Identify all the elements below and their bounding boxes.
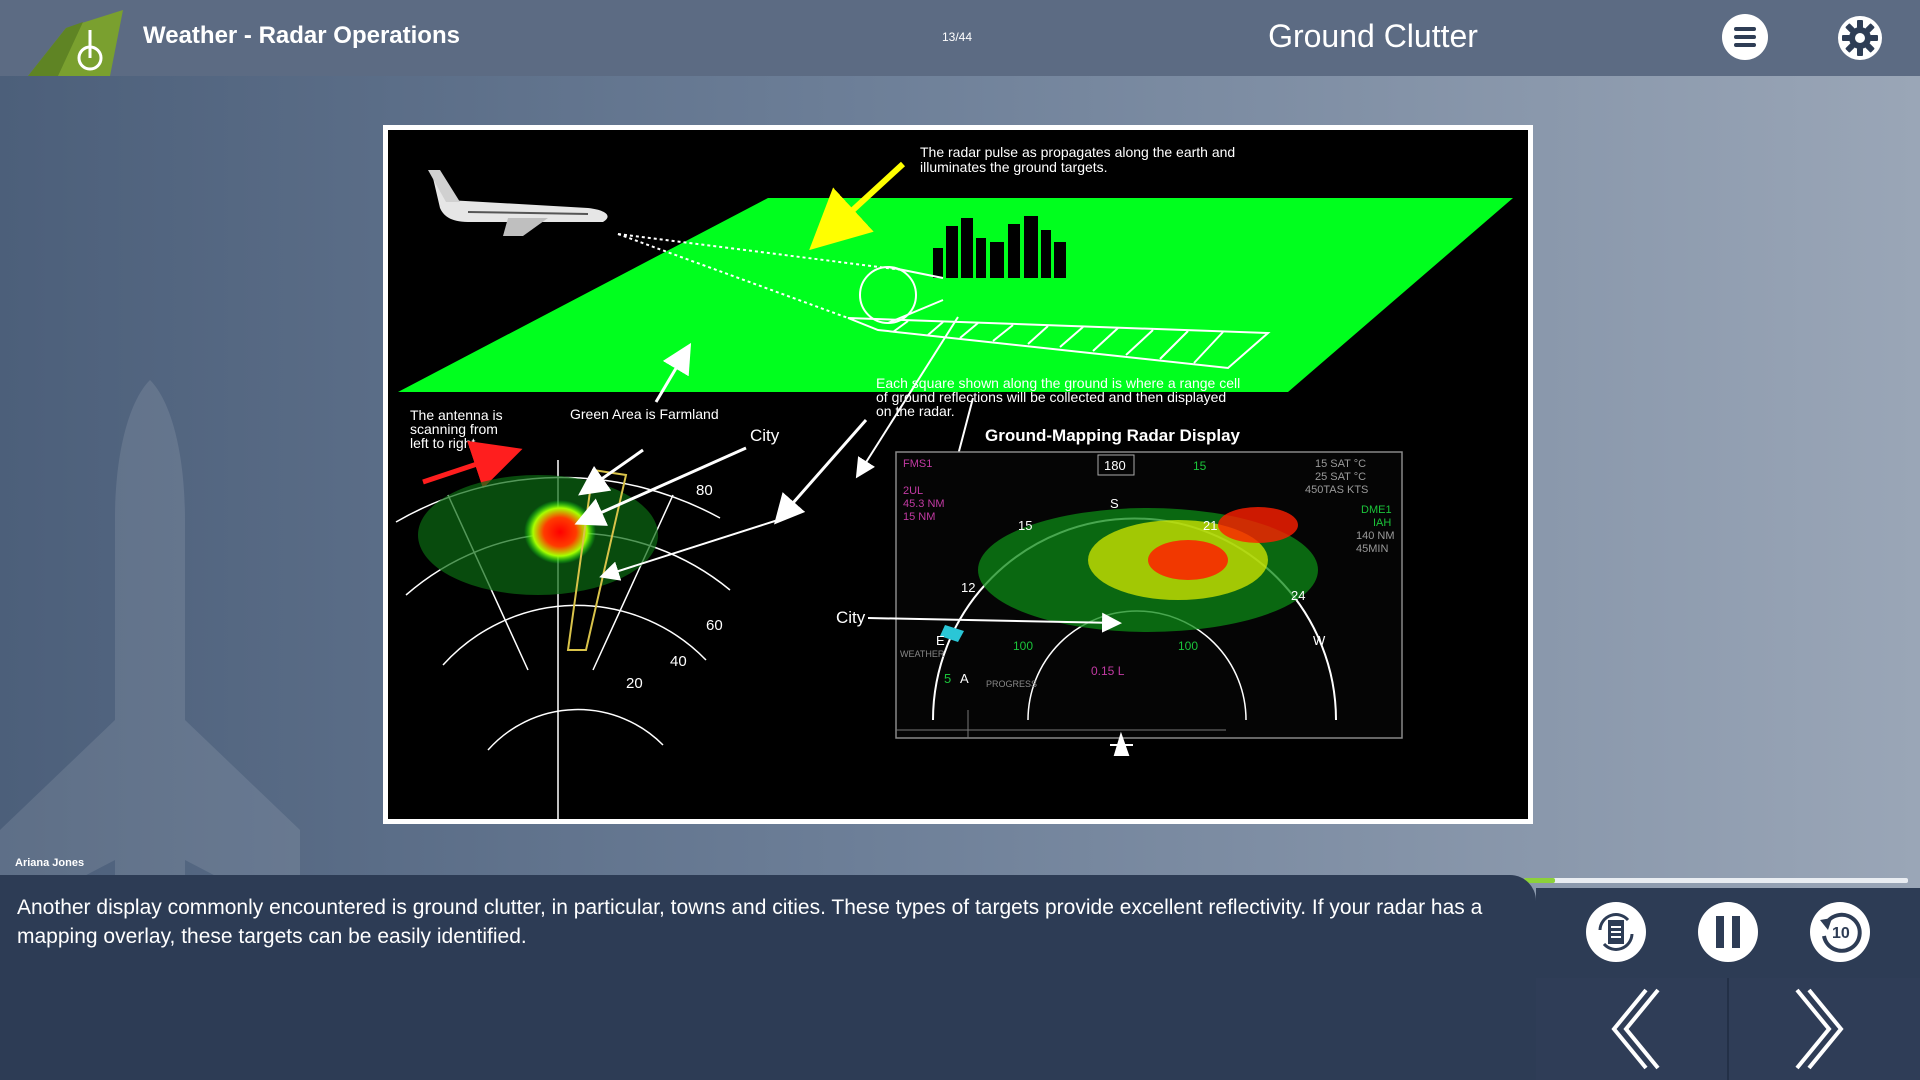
compass-21: 21 xyxy=(1203,518,1217,533)
display-distance: 45.3 NM xyxy=(903,498,945,510)
display-dme: DME1 xyxy=(1361,504,1392,516)
display-tas: 450TAS KTS xyxy=(1305,484,1368,496)
transcript-toggle-button[interactable] xyxy=(1584,900,1648,964)
pulse-caption-line1: The radar pulse as propagates along the … xyxy=(920,144,1235,160)
arc-label-right: 100 xyxy=(1178,639,1198,653)
range-label-20: 20 xyxy=(626,675,643,692)
settings-button[interactable] xyxy=(1836,14,1884,62)
range-label-60: 60 xyxy=(706,617,723,634)
top-bar: Weather - Radar Operations 13/44 Ground … xyxy=(0,0,1920,76)
antenna-caption-line3: left to right. xyxy=(410,435,479,451)
replay-10-icon: 10 xyxy=(1810,902,1870,962)
airline-tail-logo-icon xyxy=(28,10,123,76)
next-slide-button[interactable] xyxy=(1729,978,1919,1080)
display-sat-1: 15 SAT °C xyxy=(1315,458,1366,470)
chevron-right-icon xyxy=(1795,988,1844,1070)
compass-12: 12 xyxy=(961,580,975,595)
display-range: 15 NM xyxy=(903,511,935,523)
mode-value-2: A xyxy=(960,671,969,686)
compass-e: E xyxy=(936,633,945,648)
page-counter: 13/44 xyxy=(942,30,973,44)
weather-label: WEATHER xyxy=(900,649,945,659)
compass-w: W xyxy=(1313,633,1326,648)
display-min: 45MIN xyxy=(1356,543,1388,555)
display-fms: FMS1 xyxy=(903,458,932,470)
pause-icon xyxy=(1698,902,1758,962)
pulse-caption-line2: illuminates the ground targets. xyxy=(920,159,1108,175)
gear-icon xyxy=(1838,16,1882,60)
display-waypoint: 2UL xyxy=(903,485,923,497)
replay-10-button[interactable]: 10 xyxy=(1808,900,1872,964)
display-title: Ground-Mapping Radar Display xyxy=(985,426,1241,445)
transcript-refresh-icon xyxy=(1586,902,1646,962)
tilt-value: 0.15 L xyxy=(1091,664,1125,678)
display-heading: 180 xyxy=(1104,458,1126,473)
compass-24: 24 xyxy=(1291,588,1305,603)
slide-navigation xyxy=(1536,978,1920,1080)
display-range-top: 15 xyxy=(1193,459,1207,473)
progress-label: PROGRESS xyxy=(986,679,1037,689)
menu-button[interactable] xyxy=(1722,14,1768,60)
slide-title: Ground Clutter xyxy=(1268,18,1478,54)
arc-label-left: 100 xyxy=(1013,639,1033,653)
display-city-label: City xyxy=(836,608,866,627)
range-cell-caption-line3: on the radar. xyxy=(876,403,955,419)
previous-slide-button[interactable] xyxy=(1536,978,1726,1080)
compass-s: S xyxy=(1110,496,1119,511)
transcript-panel: Another display commonly encountered is … xyxy=(0,875,1536,1080)
chevron-left-icon xyxy=(1611,988,1660,1070)
display-sat-2: 25 SAT °C xyxy=(1315,471,1366,483)
course-title: Weather - Radar Operations xyxy=(143,22,460,49)
city-label: City xyxy=(750,426,780,445)
hamburger-menu-icon xyxy=(1734,27,1756,31)
course-progress-bar[interactable] xyxy=(1524,878,1908,883)
ground-clutter-diagram: The radar pulse as propagates along the … xyxy=(383,125,1533,824)
svg-text:10: 10 xyxy=(1832,925,1850,942)
display-nm: 140 NM xyxy=(1356,530,1395,542)
mode-value-1: 5 xyxy=(944,671,951,686)
pause-button[interactable] xyxy=(1696,900,1760,964)
display-iah: IAH xyxy=(1373,517,1391,529)
compass-15: 15 xyxy=(1018,518,1032,533)
playback-controls: 10 xyxy=(1536,888,1920,978)
range-label-80: 80 xyxy=(696,482,713,499)
range-label-40: 40 xyxy=(670,653,687,670)
ground-mapping-display xyxy=(895,451,1403,756)
farmland-label: Green Area is Farmland xyxy=(570,406,719,422)
narrator-name: Ariana Jones xyxy=(15,857,85,869)
transcript-text: Another display commonly encountered is … xyxy=(17,896,1483,948)
